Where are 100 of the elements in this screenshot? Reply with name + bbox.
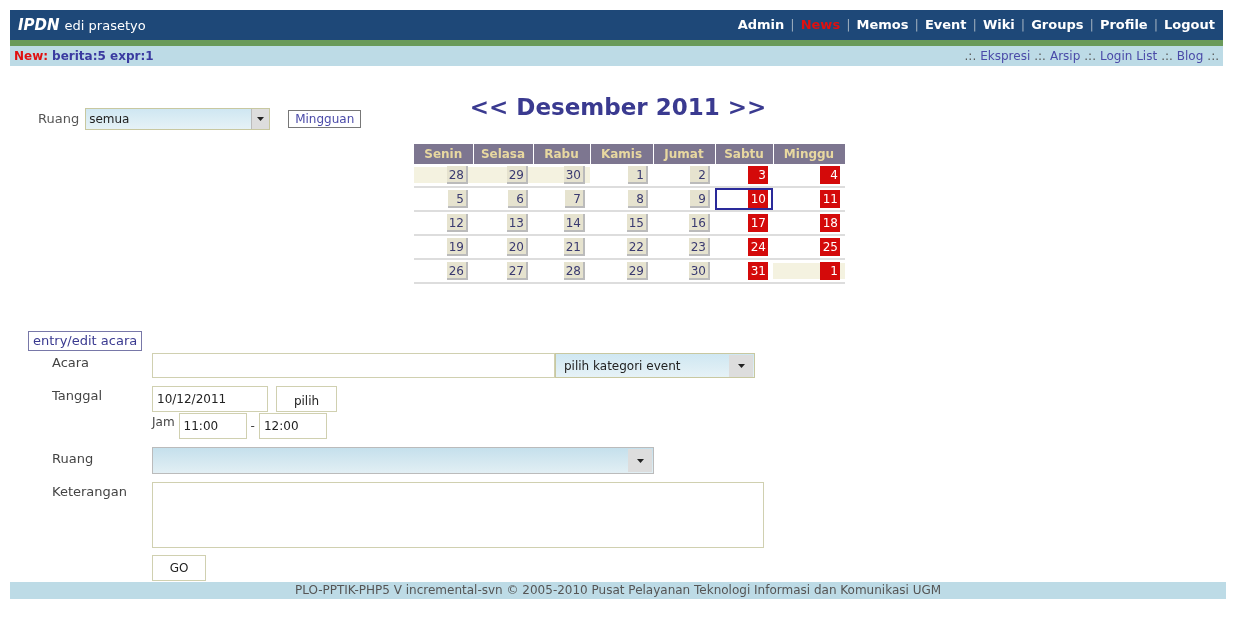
calendar-cell[interactable]: 20 <box>473 236 533 258</box>
day-number[interactable]: 28 <box>563 262 585 280</box>
nav-link[interactable]: Wiki <box>982 15 1015 35</box>
day-number[interactable]: 16 <box>688 214 710 232</box>
calendar-cell[interactable]: 25 <box>773 236 845 258</box>
day-number[interactable]: 21 <box>563 238 585 256</box>
day-number[interactable]: 30 <box>563 166 585 184</box>
day-number[interactable]: 3 <box>748 166 768 184</box>
day-number[interactable]: 27 <box>506 262 528 280</box>
calendar-cell[interactable]: 9 <box>653 188 715 210</box>
day-number[interactable]: 23 <box>688 238 710 256</box>
day-number[interactable]: 30 <box>688 262 710 280</box>
calendar-cell[interactable]: 10 <box>715 188 773 210</box>
day-number[interactable]: 18 <box>820 214 840 232</box>
day-number[interactable]: 22 <box>626 238 648 256</box>
calendar-cell[interactable]: 22 <box>590 236 653 258</box>
nav-link[interactable]: Memos <box>856 15 909 35</box>
day-number[interactable]: 19 <box>446 238 468 256</box>
previous-month-link[interactable]: << <box>469 90 509 125</box>
day-number[interactable]: 5 <box>448 190 468 208</box>
calendar-cell[interactable]: 15 <box>590 212 653 234</box>
calendar-cell[interactable]: 31 <box>715 260 773 282</box>
date-field[interactable]: 10/12/2011 <box>152 386 268 412</box>
weekly-view-button[interactable]: Mingguan <box>288 110 362 128</box>
event-category-select[interactable]: pilih kategori event <box>555 353 755 378</box>
calendar-cell[interactable]: 27 <box>473 260 533 282</box>
calendar-cell[interactable]: 5 <box>414 188 473 210</box>
end-time-field[interactable]: 12:00 <box>258 413 327 439</box>
day-number[interactable]: 24 <box>748 238 768 256</box>
nav-link[interactable]: Event <box>924 15 967 35</box>
room-label: Ruang <box>38 110 80 129</box>
calendar-cell[interactable]: 29 <box>473 164 533 186</box>
day-number[interactable]: 12 <box>446 214 468 232</box>
calendar-cell[interactable]: 29 <box>590 260 653 282</box>
calendar-cell[interactable]: 1 <box>773 260 845 282</box>
nav-link[interactable]: Groups <box>1031 15 1084 35</box>
day-number[interactable]: 10 <box>748 190 768 208</box>
day-number[interactable]: 17 <box>748 214 768 232</box>
nav-link[interactable]: Profile <box>1099 15 1148 35</box>
day-number[interactable]: 29 <box>506 166 528 184</box>
day-number[interactable]: 15 <box>626 214 648 232</box>
room-select[interactable]: semua <box>85 108 271 130</box>
calendar-cell[interactable]: 11 <box>773 188 845 210</box>
room-select[interactable] <box>152 447 654 474</box>
weekday-header: Kamis <box>590 144 653 164</box>
calendar-cell[interactable]: 13 <box>473 212 533 234</box>
calendar-cell[interactable]: 6 <box>473 188 533 210</box>
pick-date-button[interactable]: pilih <box>276 386 337 412</box>
calendar-cell[interactable]: 7 <box>533 188 590 210</box>
calendar-cell[interactable]: 30 <box>533 164 590 186</box>
nav-link[interactable]: Logout <box>1164 15 1215 35</box>
calendar-cell[interactable]: 17 <box>715 212 773 234</box>
next-month-link[interactable]: >> <box>727 90 767 125</box>
day-number[interactable]: 29 <box>626 262 648 280</box>
calendar-cell[interactable]: 23 <box>653 236 715 258</box>
calendar-cell[interactable]: 26 <box>414 260 473 282</box>
event-name-field[interactable] <box>152 353 555 378</box>
calendar-cell[interactable]: 21 <box>533 236 590 258</box>
calendar-cell[interactable]: 19 <box>414 236 473 258</box>
calendar-cell[interactable]: 28 <box>533 260 590 282</box>
weekday-header: Rabu <box>533 144 590 164</box>
day-number[interactable]: 11 <box>820 190 840 208</box>
calendar-cell[interactable]: 16 <box>653 212 715 234</box>
nav-link[interactable]: Admin <box>737 15 785 35</box>
day-number[interactable]: 28 <box>446 166 468 184</box>
calendar-cell[interactable]: 28 <box>414 164 473 186</box>
calendar-cell[interactable]: 24 <box>715 236 773 258</box>
day-number[interactable]: 13 <box>506 214 528 232</box>
day-number[interactable]: 25 <box>820 238 840 256</box>
sub-link[interactable]: Login List <box>1099 47 1158 65</box>
day-number[interactable]: 26 <box>446 262 468 280</box>
calendar-cell[interactable]: 30 <box>653 260 715 282</box>
day-number[interactable]: 14 <box>563 214 585 232</box>
description-field[interactable] <box>152 482 764 548</box>
sub-link[interactable]: Ekspresi <box>980 47 1031 65</box>
day-number[interactable]: 7 <box>565 190 585 208</box>
day-number[interactable]: 1 <box>628 166 648 184</box>
start-time-field[interactable]: 11:00 <box>178 413 247 439</box>
calendar-cell[interactable]: 12 <box>414 212 473 234</box>
calendar-cell[interactable]: 8 <box>590 188 653 210</box>
day-number[interactable]: 31 <box>748 262 768 280</box>
day-number[interactable]: 2 <box>690 166 710 184</box>
sub-link[interactable]: Arsip <box>1049 47 1081 65</box>
day-number[interactable]: 6 <box>508 190 528 208</box>
day-number[interactable]: 9 <box>690 190 710 208</box>
day-number[interactable]: 1 <box>820 262 840 280</box>
link-separator: .:. <box>1034 48 1046 65</box>
link-separator: .:. <box>1084 48 1096 65</box>
day-number[interactable]: 8 <box>628 190 648 208</box>
calendar-cell[interactable]: 3 <box>715 164 773 186</box>
calendar-cell[interactable]: 1 <box>590 164 653 186</box>
day-number[interactable]: 20 <box>506 238 528 256</box>
new-count-link[interactable]: berita:5 expr:1 <box>52 47 154 65</box>
submit-button[interactable]: GO <box>152 555 206 581</box>
calendar-cell[interactable]: 18 <box>773 212 845 234</box>
sub-link[interactable]: Blog <box>1176 47 1204 65</box>
calendar-cell[interactable]: 14 <box>533 212 590 234</box>
day-number[interactable]: 4 <box>820 166 840 184</box>
calendar-cell[interactable]: 4 <box>773 164 845 186</box>
calendar-cell[interactable]: 2 <box>653 164 715 186</box>
